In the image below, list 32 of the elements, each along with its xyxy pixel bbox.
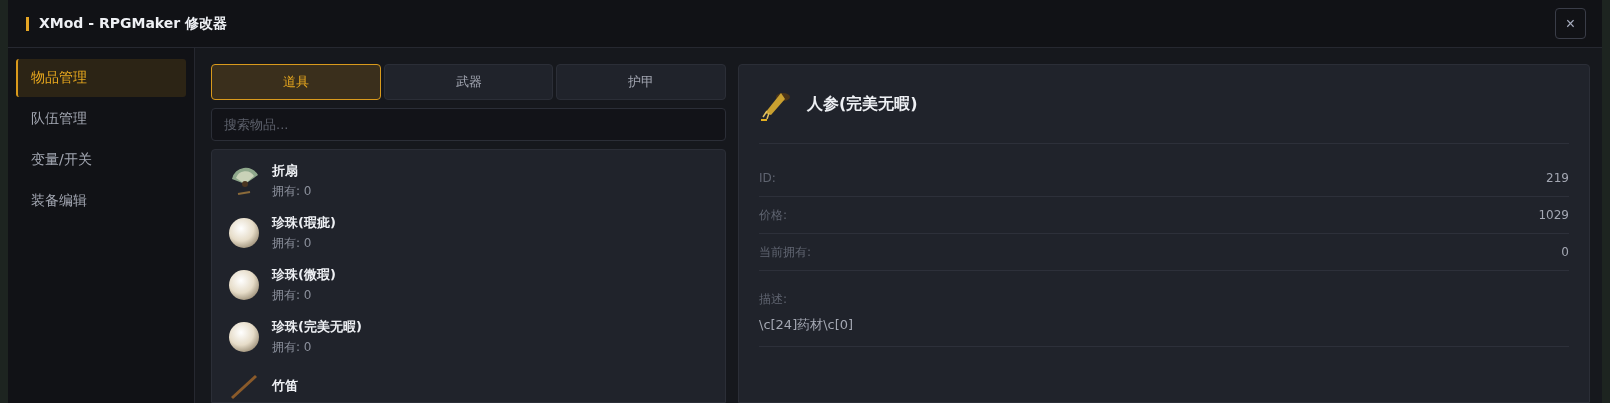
- item-name[interactable]: 珍珠(完美无暇): [272, 318, 362, 336]
- item-count: 拥有: 0: [272, 339, 313, 356]
- field-label: ID:: [759, 171, 776, 185]
- tab[interactable]: 护甲: [556, 64, 726, 100]
- close-button[interactable]: ×: [1555, 8, 1586, 39]
- pearl-icon: [228, 269, 260, 301]
- title-accent: [26, 16, 29, 31]
- field-label: 描述:: [759, 291, 789, 308]
- sidebar-item[interactable]: 装备编辑: [16, 182, 186, 220]
- field-value: 0: [1561, 245, 1569, 259]
- item-name[interactable]: 珍珠(瑕疵): [272, 214, 336, 232]
- item-name[interactable]: 珍珠(微瑕): [272, 266, 336, 284]
- tab[interactable]: 武器: [383, 64, 554, 100]
- field-label: 当前拥有:: [759, 243, 812, 261]
- field-value: 219: [1546, 171, 1569, 185]
- item-name[interactable]: 竹笛: [272, 377, 298, 395]
- sidebar-item[interactable]: 物品管理: [16, 59, 186, 97]
- window-title: XMod - RPGMaker 修改器: [39, 14, 229, 33]
- sidebar-item[interactable]: 队伍管理: [16, 100, 186, 138]
- item-count: 拥有: 0: [272, 183, 312, 200]
- pearl-icon: [228, 321, 260, 353]
- item-title: 人参(完美无暇): [807, 93, 918, 115]
- search-field[interactable]: 搜索物品...: [211, 108, 726, 141]
- item-count: 拥有: 0: [272, 287, 313, 304]
- item-name[interactable]: 折扇: [272, 162, 312, 180]
- pearl-icon: [228, 217, 260, 249]
- item-count: 拥有: 0: [272, 235, 313, 252]
- tab[interactable]: 道具: [211, 64, 381, 100]
- field-value: 1029: [1538, 208, 1569, 222]
- description-text: \c[24]药材\c[0]: [759, 316, 855, 334]
- field-label: 价格:: [759, 206, 788, 224]
- sidebar-item[interactable]: 变量/开关: [16, 141, 186, 179]
